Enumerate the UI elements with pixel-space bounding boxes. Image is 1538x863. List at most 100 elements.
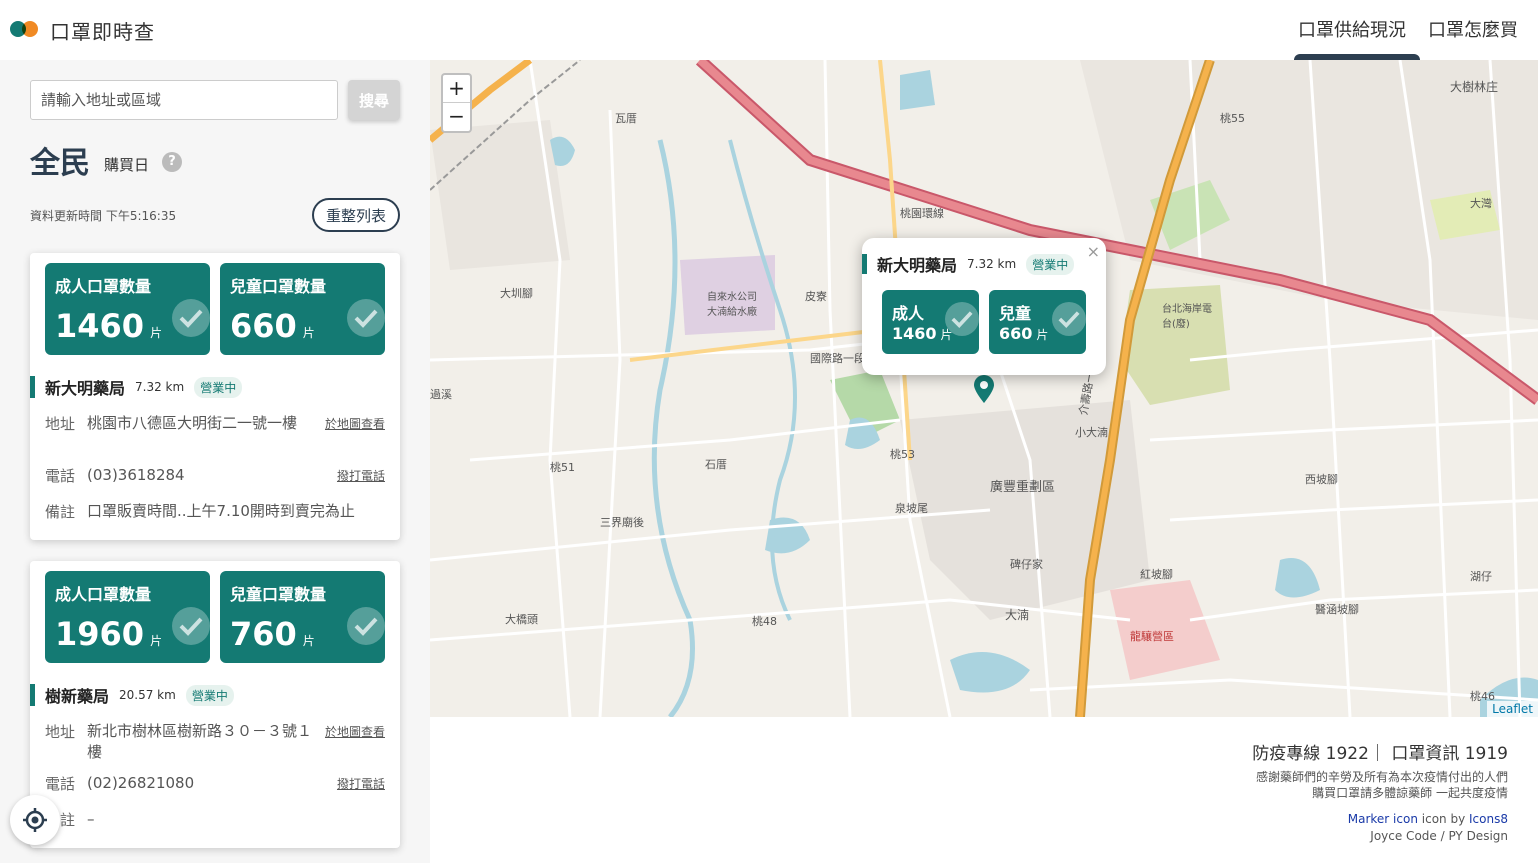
map-label-place: 大橋頭 <box>505 613 538 626</box>
address-label: 地址 <box>45 723 76 741</box>
phone-label: 電話 <box>45 467 76 485</box>
map-label-area: 廣豐重劃區 <box>990 480 1056 495</box>
map-label-place: 過溪 <box>430 388 452 401</box>
zoom-out-button[interactable]: − <box>443 103 470 131</box>
adult-qty-number: 1460 <box>55 307 145 345</box>
zoom-in-button[interactable]: + <box>443 75 470 103</box>
logo-icon <box>10 20 42 38</box>
view-on-map-link[interactable]: 於地圖查看 <box>325 415 385 434</box>
status-badge: 營業中 <box>194 376 243 398</box>
popup-status-badge: 營業中 <box>1026 253 1075 275</box>
check-icon <box>172 299 210 337</box>
call-link[interactable]: 撥打電話 <box>337 467 385 486</box>
buy-day-title: 全民 <box>30 146 90 181</box>
store-distance: 20.57 km <box>119 688 176 702</box>
map-label-place: 小大湳 <box>1075 426 1108 439</box>
popup-adult-box: 成人 1460 片 <box>882 290 979 354</box>
authors: Joyce Code / PY Design <box>1370 829 1508 843</box>
note-value: – <box>87 810 95 828</box>
store-heading: 樹新藥局 20.57 km 營業中 <box>30 683 234 707</box>
credits: Marker icon icon by Icons8 Joyce Code / … <box>1348 811 1508 845</box>
hotline-info: 防疫專線 1922｜ 口罩資訊 1919 <box>1252 744 1508 764</box>
store-accent-bar <box>30 684 35 706</box>
locate-me-button[interactable] <box>10 795 60 845</box>
nav-supply-status[interactable]: 口罩供給現況 <box>1298 16 1406 42</box>
phone-row: 電話 (03)3618284 撥打電話 <box>45 465 385 486</box>
map-label-place: 碑仔家 <box>1010 558 1043 571</box>
popup-adult-value: 1460 片 <box>892 324 953 343</box>
qty-unit: 片 <box>302 634 315 648</box>
map-label-place: 瓦厝 <box>615 112 637 125</box>
check-icon <box>347 607 385 645</box>
map-label-route: 桃53 <box>890 448 915 461</box>
check-icon <box>347 299 385 337</box>
nav-how-to-buy[interactable]: 口罩怎麼買 <box>1428 16 1518 42</box>
popup-store-name: 新大明藥局 <box>877 256 958 275</box>
child-qty-value: 760 片 <box>230 615 315 653</box>
map-marker-icon[interactable] <box>972 375 996 403</box>
leaflet-link[interactable]: Leaflet <box>1492 702 1533 716</box>
help-icon[interactable]: ? <box>162 152 182 172</box>
address-value: 桃園市八德區大明街二一號一樓 <box>87 414 298 432</box>
qty-unit: 片 <box>150 634 163 648</box>
map-label-route: 桃51 <box>550 461 575 474</box>
popup-store-distance: 7.32 km <box>967 257 1017 271</box>
phone-row: 電話 (02)26821080 撥打電話 <box>45 773 385 794</box>
child-qty-label: 兒童口罩數量 <box>230 585 327 604</box>
check-icon <box>172 607 210 645</box>
map-label-place: 大樹林庄 <box>1450 80 1499 94</box>
popup-child-value: 660 片 <box>999 324 1048 343</box>
popup-heading: 新大明藥局 7.32 km 營業中 <box>862 252 1075 276</box>
adult-qty-label: 成人口罩數量 <box>55 277 152 296</box>
popup-child-box: 兒童 660 片 <box>989 290 1086 354</box>
adult-qty-box: 成人口罩數量 1960 片 <box>45 571 210 663</box>
search-input[interactable] <box>30 80 338 120</box>
store-name: 新大明藥局 <box>45 379 126 398</box>
note-row: 備註 口罩販賣時間..上午7.10開時到賣完為止 <box>45 501 385 522</box>
thanks-message: 感謝藥師們的辛勞及所有為本次疫情付出的人們 購買口罩請多體諒藥師 一起共度疫情 <box>1256 769 1508 801</box>
map-label-place: 大灣 <box>1470 197 1492 210</box>
map-label-place: 大圳腳 <box>500 287 533 300</box>
main-nav: 口罩供給現況 口罩怎麼買 <box>1298 16 1518 42</box>
icon-by-text: icon by <box>1421 812 1466 826</box>
adult-qty-value: 1460 片 <box>55 307 162 345</box>
map-label-facility: 台北海岸電台(廢) <box>1162 304 1212 330</box>
marker-icon-link[interactable]: Marker icon <box>1348 812 1418 826</box>
pharmacy-card[interactable]: 成人口罩數量 1460 片 兒童口罩數量 660 片 新大明藥局 7.32 km 營… <box>30 253 400 540</box>
map-label-road: 桃園環線 <box>900 207 944 220</box>
status-badge: 營業中 <box>185 684 234 706</box>
app-title: 口罩即時查 <box>50 20 155 44</box>
popup-child-label: 兒童 <box>999 304 1032 323</box>
store-accent-bar <box>30 376 35 398</box>
note-label: 備註 <box>45 503 76 521</box>
map-view[interactable]: 桃園環線 國際路一段 介壽路一段 廣豐重劃區 大湳 石厝 大圳腳 三界廟後 大橋… <box>430 60 1538 717</box>
qty-unit: 片 <box>150 326 163 340</box>
popup-adult-label: 成人 <box>892 304 925 323</box>
icons8-link[interactable]: Icons8 <box>1469 812 1508 826</box>
store-name: 樹新藥局 <box>45 687 110 706</box>
phone-value: (02)26821080 <box>87 774 195 792</box>
pharmacy-card[interactable]: 成人口罩數量 1960 片 兒童口罩數量 760 片 樹新藥局 20.57 km 營… <box>30 561 400 848</box>
view-on-map-link[interactable]: 於地圖查看 <box>325 723 385 763</box>
update-time: 資料更新時間 下午5:16:35 <box>30 207 176 224</box>
popup-adult-number: 1460 <box>892 324 937 343</box>
adult-qty-value: 1960 片 <box>55 615 162 653</box>
reset-list-button[interactable]: 重整列表 <box>312 198 400 232</box>
phone-label: 電話 <box>45 775 76 793</box>
update-time-label: 資料更新時間 <box>30 209 103 223</box>
page-footer: 防疫專線 1922｜ 口罩資訊 1919 感謝藥師們的辛勞及所有為本次疫情付出的… <box>430 717 1538 863</box>
call-link[interactable]: 撥打電話 <box>337 775 385 794</box>
map-label-place: 醫涵坡腳 <box>1315 603 1359 616</box>
update-time-value: 下午5:16:35 <box>105 209 177 223</box>
search-button[interactable]: 搜尋 <box>348 80 400 120</box>
store-heading: 新大明藥局 7.32 km 營業中 <box>30 375 243 399</box>
phone-value: (03)3618284 <box>87 466 185 484</box>
map-label-place: 三界廟後 <box>600 516 644 529</box>
zoom-control: + − <box>441 73 472 133</box>
close-icon[interactable]: × <box>1087 242 1100 261</box>
app-header: 口罩即時查 口罩供給現況 口罩怎麼買 <box>0 0 1538 60</box>
map-label-facility: 龍驤營區 <box>1130 630 1174 643</box>
check-icon <box>1052 302 1086 336</box>
adult-qty-box: 成人口罩數量 1460 片 <box>45 263 210 355</box>
address-value: 新北市樹林區樹新路３０－３號１樓 <box>87 722 313 761</box>
